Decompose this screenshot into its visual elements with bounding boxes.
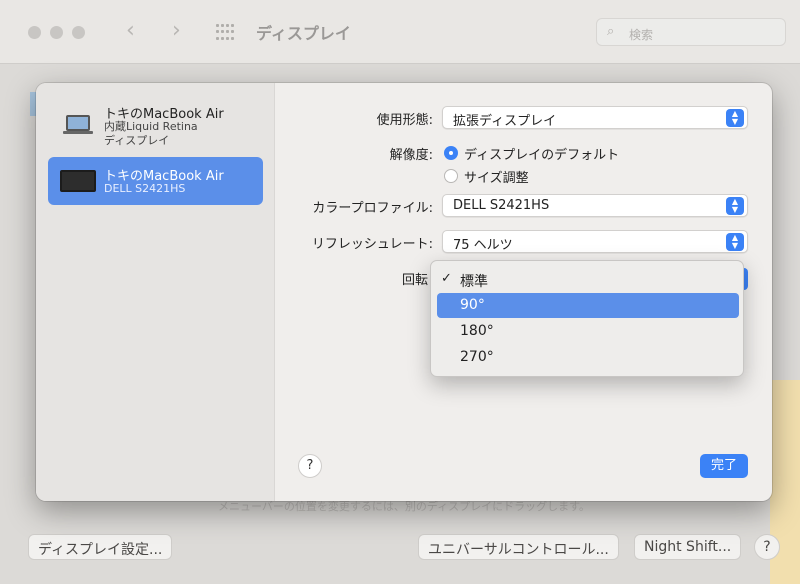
refresh-rate-value: 75 ヘルツ [453, 238, 513, 253]
back-chevron-icon[interactable]: ‹ [126, 18, 135, 43]
menu-item-label: 270° [460, 349, 494, 365]
color-profile-value: DELL S2421HS [453, 198, 550, 213]
usage-popup[interactable]: 拡張ディスプレイ ▲ ▼ [442, 106, 748, 129]
color-profile-label: カラープロファイル: [312, 201, 433, 216]
forward-chevron-icon[interactable]: › [172, 18, 181, 43]
menu-item-label: 180° [460, 323, 494, 339]
rotation-dropdown-menu: ✓ 標準 90° 180° 270° [430, 260, 744, 377]
minimize-window-button[interactable] [50, 26, 63, 39]
rotation-option-standard[interactable]: ✓ 標準 [437, 267, 739, 292]
popup-stepper-icon: ▲ ▼ [726, 233, 744, 251]
refresh-rate-popup[interactable]: 75 ヘルツ ▲ ▼ [442, 230, 748, 253]
checkmark-icon: ✓ [441, 271, 452, 286]
monitor-icon [60, 170, 96, 192]
display-settings-button[interactable]: ディスプレイ設定... [28, 534, 173, 560]
zoom-window-button[interactable] [72, 26, 85, 39]
menu-item-label: 標準 [460, 274, 488, 290]
popup-stepper-icon: ▲ ▼ [726, 109, 744, 127]
display-model: DELL S2421HS [104, 182, 186, 195]
window-title: ディスプレイ [256, 24, 351, 43]
done-button[interactable]: 完了 [700, 454, 748, 478]
color-profile-popup[interactable]: DELL S2421HS ▲ ▼ [442, 194, 748, 217]
background-help-button[interactable]: ? [754, 534, 780, 560]
search-placeholder: 検索 [629, 28, 654, 42]
night-shift-button[interactable]: Night Shift... [634, 534, 742, 560]
menu-item-label: 90° [460, 297, 485, 313]
display-model: 内蔵Liquid Retina [104, 120, 198, 133]
display-item-builtin[interactable]: トキのMacBook Air 内蔵Liquid Retina ディスプレイ [48, 98, 263, 152]
usage-label: 使用形態: [376, 113, 433, 128]
display-item-external[interactable]: トキのMacBook Air DELL S2421HS [48, 157, 263, 205]
show-all-grid-icon[interactable] [216, 24, 236, 40]
close-window-button[interactable] [28, 26, 41, 39]
usage-value: 拡張ディスプレイ [453, 114, 557, 129]
resolution-scaled-radio[interactable] [444, 169, 458, 183]
display-list-sidebar: トキのMacBook Air 内蔵Liquid Retina ディスプレイ トキ… [36, 83, 275, 501]
rotation-option-180[interactable]: 180° [437, 319, 739, 344]
search-icon: ⌕ [607, 24, 615, 39]
laptop-icon [63, 115, 93, 135]
resolution-label: 解像度: [389, 148, 433, 163]
resolution-scaled-label[interactable]: サイズ調整 [464, 167, 529, 186]
display-type: ディスプレイ [104, 134, 170, 147]
resolution-default-label[interactable]: ディスプレイのデフォルト [464, 144, 619, 163]
rotation-option-270[interactable]: 270° [437, 345, 739, 370]
search-field[interactable]: ⌕ 検索 [596, 18, 786, 46]
display-description: 内蔵Liquid Retina ディスプレイ [104, 120, 198, 148]
window-titlebar: ‹ › ディスプレイ ⌕ 検索 [0, 0, 800, 64]
universal-control-button[interactable]: ユニバーサルコントロール... [418, 534, 619, 560]
rotation-option-90[interactable]: 90° [437, 293, 739, 318]
sheet-help-button[interactable]: ? [298, 454, 322, 478]
popup-stepper-icon: ▲ ▼ [726, 197, 744, 215]
resolution-default-radio[interactable] [444, 146, 458, 160]
rotation-label: 回転 [401, 273, 428, 288]
refresh-rate-label: リフレッシュレート: [311, 237, 433, 252]
